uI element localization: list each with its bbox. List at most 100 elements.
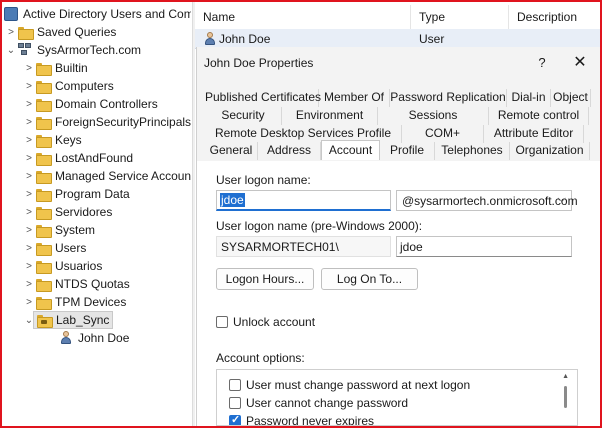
dialog-title: John Doe Properties (204, 56, 314, 70)
table-row[interactable]: John Doe User (195, 29, 600, 49)
help-button[interactable]: ? (532, 53, 552, 73)
chevron-right-icon[interactable]: > (22, 59, 36, 77)
checkbox-box[interactable] (229, 397, 241, 409)
tree-item[interactable]: > Domain Controllers (22, 95, 158, 113)
tree-item[interactable]: > LostAndFound (22, 149, 133, 167)
tab-telephones[interactable]: Telephones (435, 142, 510, 160)
tab-member-of[interactable]: Member Of (319, 89, 390, 107)
checkbox-box[interactable] (229, 379, 241, 391)
tree-item-lab-sync[interactable]: ⌄ Lab_Sync (22, 311, 114, 329)
folder-icon (36, 188, 52, 202)
row-name: John Doe (219, 32, 271, 46)
tab-general[interactable]: General (205, 142, 258, 160)
chevron-right-icon[interactable]: > (22, 275, 36, 293)
navigation-tree: Active Directory Users and Com > Saved Q… (2, 2, 191, 426)
tree-item-domain[interactable]: ⌄ SysArmorTech.com (4, 41, 141, 59)
tree-item[interactable]: > Builtin (22, 59, 88, 77)
chevron-right-icon[interactable]: > (22, 293, 36, 311)
tree-item-label: NTDS Quotas (55, 277, 130, 291)
folder-icon (36, 80, 52, 94)
column-header-name[interactable]: Name (195, 5, 411, 29)
log-on-to-button[interactable]: Log On To... (321, 268, 418, 290)
tab-object[interactable]: Object (551, 89, 591, 107)
logon-name-input[interactable]: jdoe (216, 190, 391, 211)
account-pane: User logon name: jdoe @sysarmortech.onmi… (197, 161, 601, 426)
chevron-right-icon[interactable]: > (22, 185, 36, 203)
account-option-checkbox[interactable]: User cannot change password (229, 396, 408, 410)
chevron-down-icon[interactable]: ⌄ (4, 41, 18, 59)
tree-item-label: John Doe (78, 331, 130, 345)
chevron-down-icon: ⌵ (557, 193, 566, 205)
tree-item-label: Builtin (55, 61, 88, 75)
chevron-right-icon[interactable]: > (22, 203, 36, 221)
tree-item-label: Managed Service Accoun (55, 169, 191, 183)
scroll-up-icon[interactable]: ▲ (562, 373, 569, 380)
checkbox-box[interactable] (216, 316, 228, 328)
account-option-checkbox[interactable]: Password never expires (229, 413, 374, 425)
folder-icon (36, 278, 52, 292)
checkbox-box[interactable] (229, 413, 241, 425)
tree-item-label: Keys (55, 133, 82, 147)
chevron-right-icon[interactable]: > (22, 167, 36, 185)
pre2000-name-input[interactable]: jdoe (396, 236, 572, 257)
user-icon (59, 331, 73, 345)
chevron-right-icon[interactable]: > (22, 95, 36, 113)
logon-hours-button[interactable]: Logon Hours... (216, 268, 314, 290)
tree-item[interactable]: > System (22, 221, 95, 239)
account-option-checkbox[interactable]: User must change password at next logon (229, 378, 470, 392)
column-header-description[interactable]: Description (509, 5, 600, 29)
chevron-right-icon[interactable]: > (4, 23, 18, 41)
folder-icon (36, 62, 52, 76)
organizational-unit-icon (37, 314, 53, 328)
chevron-right-icon[interactable]: > (22, 113, 36, 131)
tree-item-label: Program Data (55, 187, 130, 201)
tree-item[interactable]: > ForeignSecurityPrincipals (22, 113, 191, 131)
pre2000-domain: SYSARMORTECH01\ (216, 236, 391, 257)
tree-item[interactable]: > Servidores (22, 203, 112, 221)
tab-com-[interactable]: COM+ (402, 125, 484, 143)
tree-item[interactable]: > Computers (22, 77, 114, 95)
folder-icon (36, 242, 52, 256)
tree-item[interactable]: > Users (22, 239, 86, 257)
account-options-list: User must change password at next logon U… (216, 369, 578, 426)
chevron-right-icon[interactable]: > (22, 149, 36, 167)
folder-icon (36, 170, 52, 184)
tab-attribute-editor[interactable]: Attribute Editor (484, 125, 584, 143)
tree-item[interactable]: > TPM Devices (22, 293, 126, 311)
unlock-account-checkbox[interactable]: Unlock account (216, 315, 315, 329)
tree-item[interactable]: > NTDS Quotas (22, 275, 130, 293)
tab-sessions[interactable]: Sessions (378, 107, 489, 125)
folder-icon (36, 224, 52, 238)
account-options-label: Account options: (216, 351, 305, 365)
tree-item-saved-queries[interactable]: > Saved Queries (4, 23, 116, 41)
tree-root[interactable]: Active Directory Users and Com (4, 5, 191, 23)
tree-item-user[interactable]: John Doe (59, 329, 129, 347)
scrollbar-thumb[interactable] (564, 386, 567, 408)
tree-item[interactable]: > Usuarios (22, 257, 102, 275)
upn-suffix-select[interactable]: @sysarmortech.onmicrosoft.com ⌵ (396, 190, 578, 211)
tab-profile[interactable]: Profile (380, 142, 435, 160)
tab-dial-in[interactable]: Dial-in (507, 89, 551, 107)
tree-item[interactable]: > Managed Service Accoun (22, 167, 191, 185)
close-button[interactable]: ✕ (570, 53, 590, 73)
chevron-right-icon[interactable]: > (22, 239, 36, 257)
tree-item[interactable]: > Keys (22, 131, 82, 149)
tab-remote-control[interactable]: Remote control (489, 107, 589, 125)
tab-security[interactable]: Security (205, 107, 282, 125)
tab-address[interactable]: Address (258, 142, 321, 160)
tab-account[interactable]: Account (321, 140, 380, 160)
chevron-right-icon[interactable]: > (22, 257, 36, 275)
tab-published-certificates[interactable]: Published Certificates (205, 89, 321, 107)
tab-password-replication[interactable]: Password Replication (390, 89, 507, 107)
column-header-type[interactable]: Type (411, 5, 509, 29)
tab-organization[interactable]: Organization (510, 142, 590, 160)
tree-item-selected[interactable]: Lab_Sync (33, 311, 114, 329)
pre2000-label: User logon name (pre-Windows 2000): (216, 219, 423, 233)
chevron-right-icon[interactable]: > (22, 77, 36, 95)
tab-environment[interactable]: Environment (282, 107, 378, 125)
tree-item[interactable]: > Program Data (22, 185, 130, 203)
folder-icon (36, 98, 52, 112)
chevron-right-icon[interactable]: > (22, 131, 36, 149)
chevron-right-icon[interactable]: > (22, 221, 36, 239)
pane-splitter[interactable] (192, 2, 195, 426)
